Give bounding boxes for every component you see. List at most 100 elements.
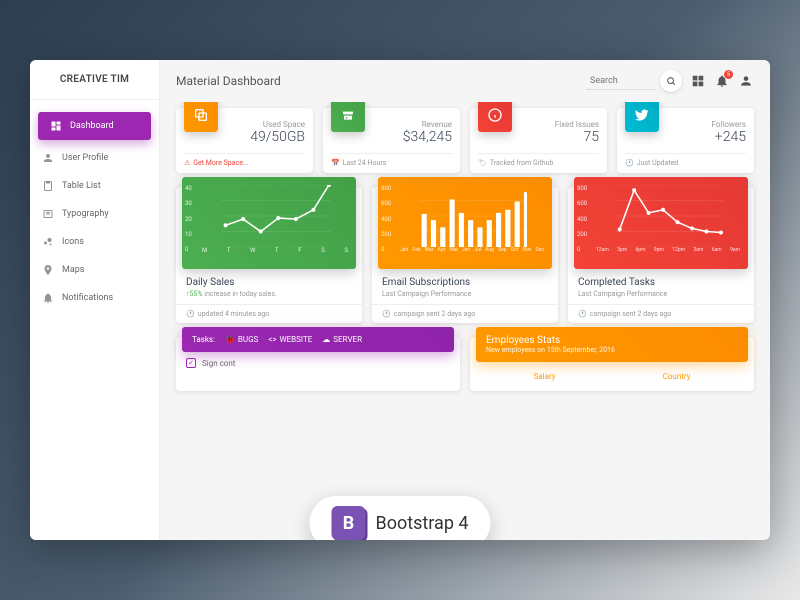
task-checkbox[interactable]: ✓ [186,358,196,368]
twitter-icon [625,102,659,132]
dashboard-icon [50,120,62,132]
chart-footer: 🕐updated 4 minutes ago [176,304,362,323]
content: Used Space49/50GB ⚠Get More Space... Rev… [160,102,770,540]
employees-columns: Salary Country [470,362,754,391]
chart-subtitle: ↑55% increase in today sales. [186,290,352,298]
bootstrap-badge: B Bootstrap 4 [309,496,490,540]
sidebar-item-label: User Profile [62,153,108,163]
clock-icon: 🕐 [578,310,587,318]
sidebar-item-notifications[interactable]: Notifications [30,284,159,312]
bottom-row: Tasks: 🐞BUGS <>WEBSITE ☁SERVER ✓ Sign co… [176,337,754,391]
location-icon [42,264,54,276]
chart-subtitle: Last Campaign Performance [382,290,548,298]
task-row: ✓ Sign cont [176,352,460,374]
sidebar-item-icons[interactable]: Icons [30,228,159,256]
bootstrap-logo-icon: B [331,506,365,540]
nav-list: Dashboard User Profile Table List Typogr… [30,100,159,320]
chart-yticks: 403020100 [185,185,192,253]
sidebar: CREATIVE TIM Dashboard User Profile Tabl… [30,60,160,540]
sidebar-item-label: Icons [62,237,84,247]
chart-xlabels: MTWTFSS [188,247,350,254]
chart-footer: 🕐campaign sent 2 days ago [568,304,754,323]
sidebar-item-user-profile[interactable]: User Profile [30,144,159,172]
stat-card-used-space: Used Space49/50GB ⚠Get More Space... [176,108,313,173]
topbar: Material Dashboard 5 [160,60,770,102]
stat-footer: 🏷Tracked from Github [478,153,599,167]
col-country: Country [663,372,691,381]
line-chart [188,185,350,247]
tab-website[interactable]: <>WEBSITE [268,335,312,344]
search-button[interactable] [660,70,682,92]
account-icon[interactable] [738,73,754,89]
clock-icon: 🕐 [382,310,391,318]
code-icon: <> [268,335,276,344]
stats-row: Used Space49/50GB ⚠Get More Space... Rev… [176,108,754,173]
chart-area: 403020100 MTWTFSS [182,177,356,269]
chart-footer: 🕐campaign sent 2 days ago [372,304,558,323]
person-icon [42,152,54,164]
stat-card-followers: Followers+245 🕐Just Updated [617,108,754,173]
tab-server[interactable]: ☁SERVER [322,335,362,344]
store-icon [331,102,365,132]
sidebar-item-label: Maps [62,265,84,275]
tab-bugs[interactable]: 🐞BUGS [225,335,258,344]
calendar-icon: 📅 [331,159,340,167]
main-area: Material Dashboard 5 Used Space49/50GB ⚠… [160,60,770,540]
info-icon [478,102,512,132]
copy-icon [184,102,218,132]
library-icon [42,208,54,220]
clipboard-icon [42,180,54,192]
chart-card-daily-sales: 403020100 MTWTFSS Daily Sales↑55% increa… [176,187,362,323]
chart-title: Completed Tasks [578,277,744,288]
bootstrap-text: Bootstrap 4 [375,513,468,534]
search-box [586,70,682,92]
task-text: Sign cont [202,359,235,368]
line-chart [580,185,742,247]
sidebar-item-label: Typography [62,209,109,219]
sidebar-item-maps[interactable]: Maps [30,256,159,284]
employees-title: Employees Stats [486,335,738,346]
chart-area: 8006004002000 12am3pm6pm9pm12pm3am6am9am [574,177,748,269]
app-window: CREATIVE TIM Dashboard User Profile Tabl… [30,60,770,540]
employees-header: Employees Stats New employees on 15th Se… [476,327,748,362]
employees-subtitle: New employees on 15th September, 2016 [486,346,738,354]
notifications-icon[interactable]: 5 [714,73,730,89]
sidebar-item-table-list[interactable]: Table List [30,172,159,200]
sidebar-item-typography[interactable]: Typography [30,200,159,228]
stat-card-fixed-issues: Fixed Issues75 🏷Tracked from Github [470,108,607,173]
bug-icon: 🐞 [225,335,235,344]
stat-footer: 🕐Just Updated [625,153,746,167]
tasks-header-label: Tasks: [192,335,215,344]
stat-footer: 📅Last 24 Hours [331,153,452,167]
sidebar-item-label: Notifications [62,293,113,303]
employees-card: Employees Stats New employees on 15th Se… [470,337,754,391]
bell-icon [42,292,54,304]
chart-card-completed-tasks: 8006004002000 12am3pm6pm9pm12pm3am6am9am… [568,187,754,323]
cloud-icon: ☁ [322,335,330,344]
bar-chart [384,185,546,247]
tasks-card: Tasks: 🐞BUGS <>WEBSITE ☁SERVER ✓ Sign co… [176,337,460,391]
col-salary: Salary [534,372,556,381]
search-input[interactable] [586,73,656,90]
chart-xlabels: JanFebMarAprMaiJunJulAugSepOctNovDec [384,247,546,253]
clock-icon: 🕐 [186,310,195,318]
grid-icon[interactable] [690,73,706,89]
chart-card-email-subscriptions: 8006004002000 JanFebMarAprMaiJunJulAugSe… [372,187,558,323]
chart-yticks: 8006004002000 [577,185,587,253]
stat-footer[interactable]: ⚠Get More Space... [184,153,305,167]
chart-yticks: 8006004002000 [381,185,391,253]
chart-subtitle: Last Campaign Performance [578,290,744,298]
chart-title: Email Subscriptions [382,277,548,288]
warning-icon: ⚠ [184,159,190,167]
brand-title: CREATIVE TIM [30,74,159,100]
sidebar-item-label: Table List [62,181,101,191]
stat-card-revenue: Revenue$34,245 📅Last 24 Hours [323,108,460,173]
chart-xlabels: 12am3pm6pm9pm12pm3am6am9am [580,247,742,253]
sidebar-item-label: Dashboard [70,121,114,131]
notification-badge: 5 [724,70,733,79]
sidebar-item-dashboard[interactable]: Dashboard [38,112,151,140]
tag-icon: 🏷 [478,159,487,167]
tasks-header: Tasks: 🐞BUGS <>WEBSITE ☁SERVER [182,327,454,352]
charts-row: 403020100 MTWTFSS Daily Sales↑55% increa… [176,187,754,323]
bubble-icon [42,236,54,248]
